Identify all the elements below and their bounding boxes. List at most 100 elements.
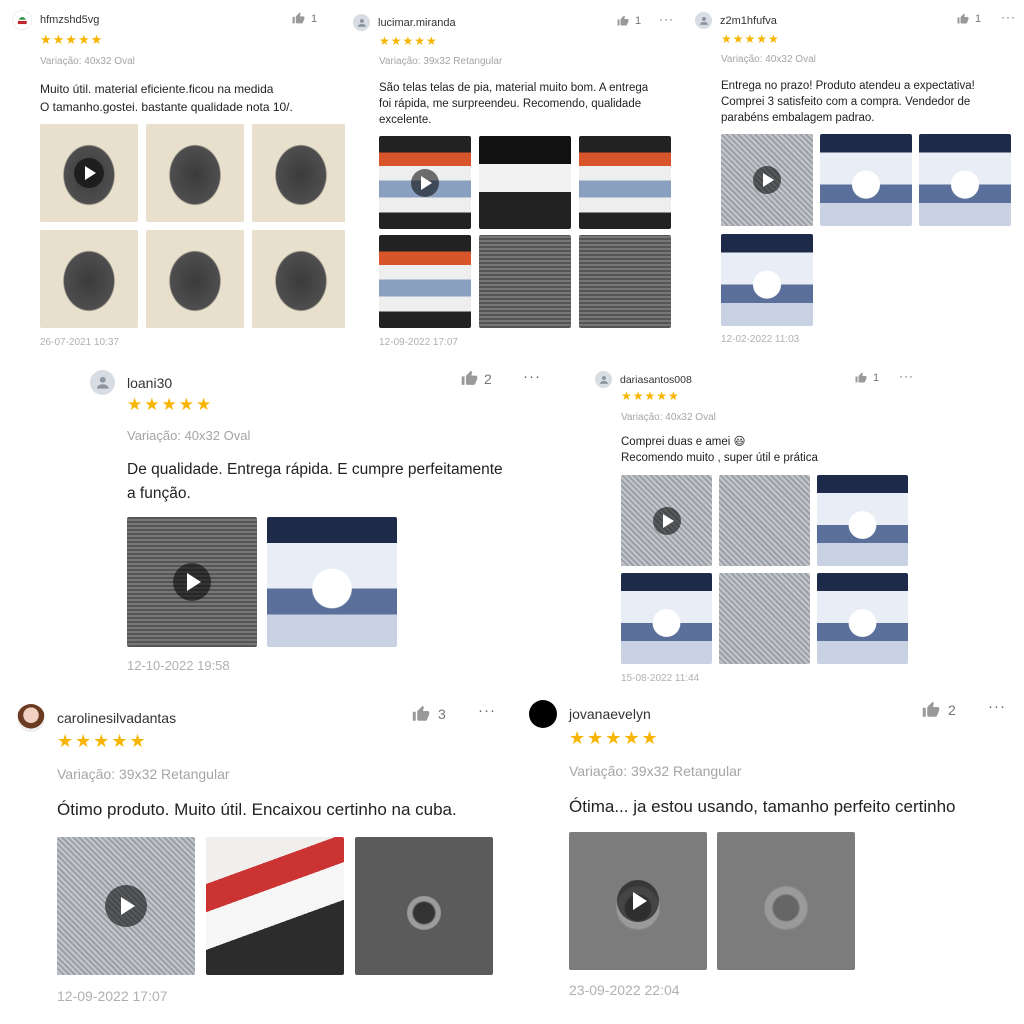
variation-label: Variação: 39x32 Retangular [569,763,742,779]
photo-thumbnail[interactable] [817,573,908,664]
logo-avatar-icon [16,14,28,26]
photo-thumbnail[interactable] [721,234,813,326]
review-date: 12-02-2022 11:03 [721,334,800,345]
more-icon[interactable]: ··· [899,369,914,383]
thumbs-up-icon [617,15,629,26]
review-text-line: a função. [127,485,191,502]
photo-thumbnail[interactable] [252,124,345,222]
review-text-line: Comprei duas e amei 😃 [621,436,746,448]
review-text-line: Comprei 3 satisfeito com a compra. Vende… [721,96,971,108]
photo-thumbnail[interactable] [267,517,397,647]
play-icon[interactable] [173,563,211,601]
avatar[interactable] [90,370,115,395]
review-text: Ótimo produto. Muito útil. Encaixou cert… [57,798,457,822]
media-grid [721,134,1011,326]
photo-thumbnail[interactable] [252,230,345,328]
media-grid [40,124,345,328]
variation-label: Variação: 40x32 Oval [721,54,816,65]
username[interactable]: loani30 [127,375,172,391]
thumbs-up-icon [461,370,478,385]
username[interactable]: hfmzshd5vg [40,14,99,26]
video-thumbnail[interactable] [40,124,138,222]
photo-thumbnail[interactable] [146,230,244,328]
variation-label: Variação: 40x32 Oval [40,56,135,67]
video-thumbnail[interactable] [379,136,471,229]
review-date: 12-10-2022 19:58 [127,658,230,673]
photo-thumbnail[interactable] [355,837,493,975]
photo-thumbnail[interactable] [820,134,912,226]
variation-label: Variação: 39x32 Retangular [57,766,230,782]
photo-thumbnail[interactable] [719,573,810,664]
photo-thumbnail[interactable] [379,235,471,328]
like-button[interactable]: 1 [617,15,641,27]
username[interactable]: dariasantos008 [620,374,692,386]
photo-thumbnail[interactable] [719,475,810,566]
review-text: Comprei duas e amei 😃 Recomendo muito , … [621,434,818,466]
photo-thumbnail[interactable] [479,235,571,328]
avatar[interactable] [529,700,557,728]
more-icon[interactable]: ··· [1001,10,1016,24]
avatar[interactable] [12,10,32,30]
video-thumbnail[interactable] [57,837,195,975]
play-icon[interactable] [74,158,104,188]
video-thumbnail[interactable] [127,517,257,647]
review-text-line: De qualidade. Entrega rápida. E cumpre p… [127,461,503,478]
play-icon[interactable] [617,880,659,922]
photo-thumbnail[interactable] [40,230,138,328]
play-icon[interactable] [652,506,681,535]
more-icon[interactable]: ··· [523,368,541,385]
like-count: 2 [948,702,956,718]
more-icon[interactable]: ··· [478,702,496,719]
username[interactable]: jovanaevelyn [569,706,651,722]
username[interactable]: carolinesilvadantas [57,710,176,726]
video-thumbnail[interactable] [621,475,712,566]
review-text: De qualidade. Entrega rápida. E cumpre p… [127,458,503,506]
photo-thumbnail[interactable] [479,136,571,229]
like-button[interactable]: 3 [412,705,446,723]
review-text-line: Ótima... ja estou usando, tamanho perfei… [569,797,956,816]
star-rating: ★★★★★ [127,395,214,414]
review-text: Ótima... ja estou usando, tamanho perfei… [569,795,956,819]
like-button[interactable]: 2 [922,701,956,719]
photo-thumbnail[interactable] [579,136,671,229]
media-grid [379,136,671,328]
username[interactable]: z2m1hfufva [720,15,777,27]
photo-thumbnail[interactable] [817,475,908,566]
more-icon[interactable]: ··· [988,698,1006,715]
like-button[interactable]: 1 [855,372,879,384]
like-count: 1 [635,15,642,27]
video-thumbnail[interactable] [569,832,707,970]
photo-thumbnail[interactable] [206,837,344,975]
photo-thumbnail[interactable] [146,124,244,222]
video-thumbnail[interactable] [721,134,813,226]
username[interactable]: lucimar.miranda [378,17,456,29]
avatar[interactable] [353,14,370,31]
like-button[interactable]: 2 [461,370,492,387]
variation-label: Variação: 40x32 Oval [621,412,716,423]
like-button[interactable]: 1 [292,12,317,25]
like-count: 3 [438,706,446,722]
person-icon [96,376,109,389]
avatar[interactable] [17,704,45,732]
review-date: 26-07-2021 10:37 [40,337,119,348]
like-button[interactable]: 1 [957,13,981,25]
thumbs-up-icon [957,13,969,24]
avatar[interactable] [695,12,712,29]
star-rating: ★★★★★ [569,728,660,748]
photo-thumbnail[interactable] [621,573,712,664]
like-count: 2 [484,370,492,387]
person-icon [599,375,608,384]
photo-thumbnail[interactable] [717,832,855,970]
review-text-line: excelente. [379,114,432,126]
avatar[interactable] [595,371,612,388]
photo-thumbnail[interactable] [579,235,671,328]
play-icon[interactable] [105,885,147,927]
more-icon[interactable]: ··· [659,12,674,26]
play-icon[interactable] [411,168,439,197]
media-grid [57,837,493,975]
play-icon[interactable] [753,166,781,194]
variation-label: Variação: 40x32 Oval [127,428,251,443]
media-grid [569,832,855,970]
photo-thumbnail[interactable] [919,134,1011,226]
review-card: loani30 2 ··· ★★★★★ Variação: 40x32 Oval… [73,355,563,685]
